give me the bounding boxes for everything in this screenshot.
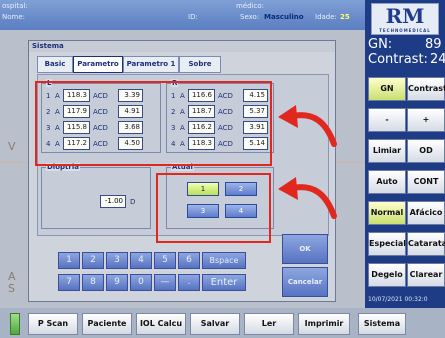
pscan-button[interactable]: P Scan (28, 313, 78, 335)
od-button[interactable]: OD (407, 139, 445, 163)
iol-calcu-button[interactable]: IOL Calcu (136, 313, 186, 335)
ghost-v: V (8, 140, 16, 153)
bottom-toolbar: P Scan Paciente IOL Calcu Salvar Ler Imp… (0, 308, 445, 338)
highlight-box-atual (156, 173, 271, 243)
imprimir-button[interactable]: Imprimir (298, 313, 350, 335)
afacico-button[interactable]: Afácico (407, 201, 445, 225)
red-arrow-icon (278, 105, 337, 147)
key-minus[interactable]: — (154, 274, 176, 291)
tab-basic[interactable]: Basic (37, 56, 73, 73)
dialog-title: Sistema (29, 41, 335, 52)
hospital-label: ospital: (2, 2, 28, 10)
rm-logo: RM TECHNOMEDICAL (371, 3, 439, 35)
contrast-value: 24 (430, 52, 445, 67)
red-arrow-icon (278, 177, 337, 219)
tab-parametro[interactable]: Parametro (73, 56, 123, 73)
minus-button[interactable]: - (368, 108, 406, 132)
tab-sobre[interactable]: Sobre (179, 56, 221, 73)
bottom-indicator (10, 313, 20, 335)
salvar-button[interactable]: Salvar (190, 313, 240, 335)
sexo-label: Sexo: (240, 13, 260, 21)
key-enter[interactable]: Enter (202, 274, 246, 291)
sistema-button[interactable]: Sistema (358, 313, 406, 335)
contrast-button[interactable]: Contrast (407, 77, 445, 101)
key-8[interactable]: 8 (82, 274, 104, 291)
degelo-button[interactable]: Degelo (368, 263, 406, 287)
limiar-button[interactable]: Limiar (368, 139, 406, 163)
gn-value: 89 (425, 37, 442, 52)
nome-label: Nome: (2, 13, 26, 21)
paciente-button[interactable]: Paciente (82, 313, 132, 335)
ok-button[interactable]: OK (282, 234, 328, 264)
idade-value: 25 (340, 13, 350, 21)
key-4[interactable]: 4 (130, 252, 152, 269)
key-7[interactable]: 7 (58, 274, 80, 291)
key-1[interactable]: 1 (58, 252, 80, 269)
plus-button[interactable]: + (407, 108, 445, 132)
tab-parametro-1[interactable]: Parametro 1 (123, 56, 179, 73)
key-2[interactable]: 2 (82, 252, 104, 269)
contrast-label: Contrast: (368, 52, 428, 67)
ler-button[interactable]: Ler (244, 313, 294, 335)
medico-label: médico: (236, 2, 265, 10)
key-3[interactable]: 3 (106, 252, 128, 269)
gn-button[interactable]: GN (368, 77, 406, 101)
auto-button[interactable]: Auto (368, 170, 406, 194)
dioptria-group: Dioptria -1.00 D (41, 163, 151, 229)
key-9[interactable]: 9 (106, 274, 128, 291)
logo-text: RM (385, 4, 425, 28)
sexo-value: Masculino (264, 13, 304, 21)
sistema-dialog: Sistema Basic Parametro Parametro 1 Sobr… (28, 40, 336, 302)
catarata-button[interactable]: Catarata (407, 232, 445, 256)
cont-button[interactable]: CONT (407, 170, 445, 194)
key-backspace[interactable]: Bspace (202, 252, 246, 269)
highlight-box-parameters (35, 81, 272, 166)
id-label: ID: (188, 13, 198, 21)
key-dot[interactable]: . (178, 274, 200, 291)
logo-subtext: TECHNOMEDICAL (379, 28, 431, 33)
dioptria-field[interactable]: -1.00 (100, 195, 126, 208)
key-0[interactable]: 0 (130, 274, 152, 291)
key-6[interactable]: 6 (178, 252, 200, 269)
key-5[interactable]: 5 (154, 252, 176, 269)
ghost-s: S (8, 282, 15, 295)
idade-label: Idade: (315, 13, 337, 21)
datetime-readout: 10/07/2021 00:32:0 (368, 296, 428, 303)
normal-button[interactable]: Normal (368, 201, 406, 225)
cancel-button[interactable]: Cancelar (282, 267, 328, 297)
especial-button[interactable]: Especial (368, 232, 406, 256)
patient-info-bar: ospital: Nome: ID: médico: Sexo: Masculi… (0, 0, 365, 30)
gn-label: GN: (368, 37, 393, 52)
dioptria-unit: D (130, 198, 136, 206)
clarear-button[interactable]: Clarear (407, 263, 445, 287)
